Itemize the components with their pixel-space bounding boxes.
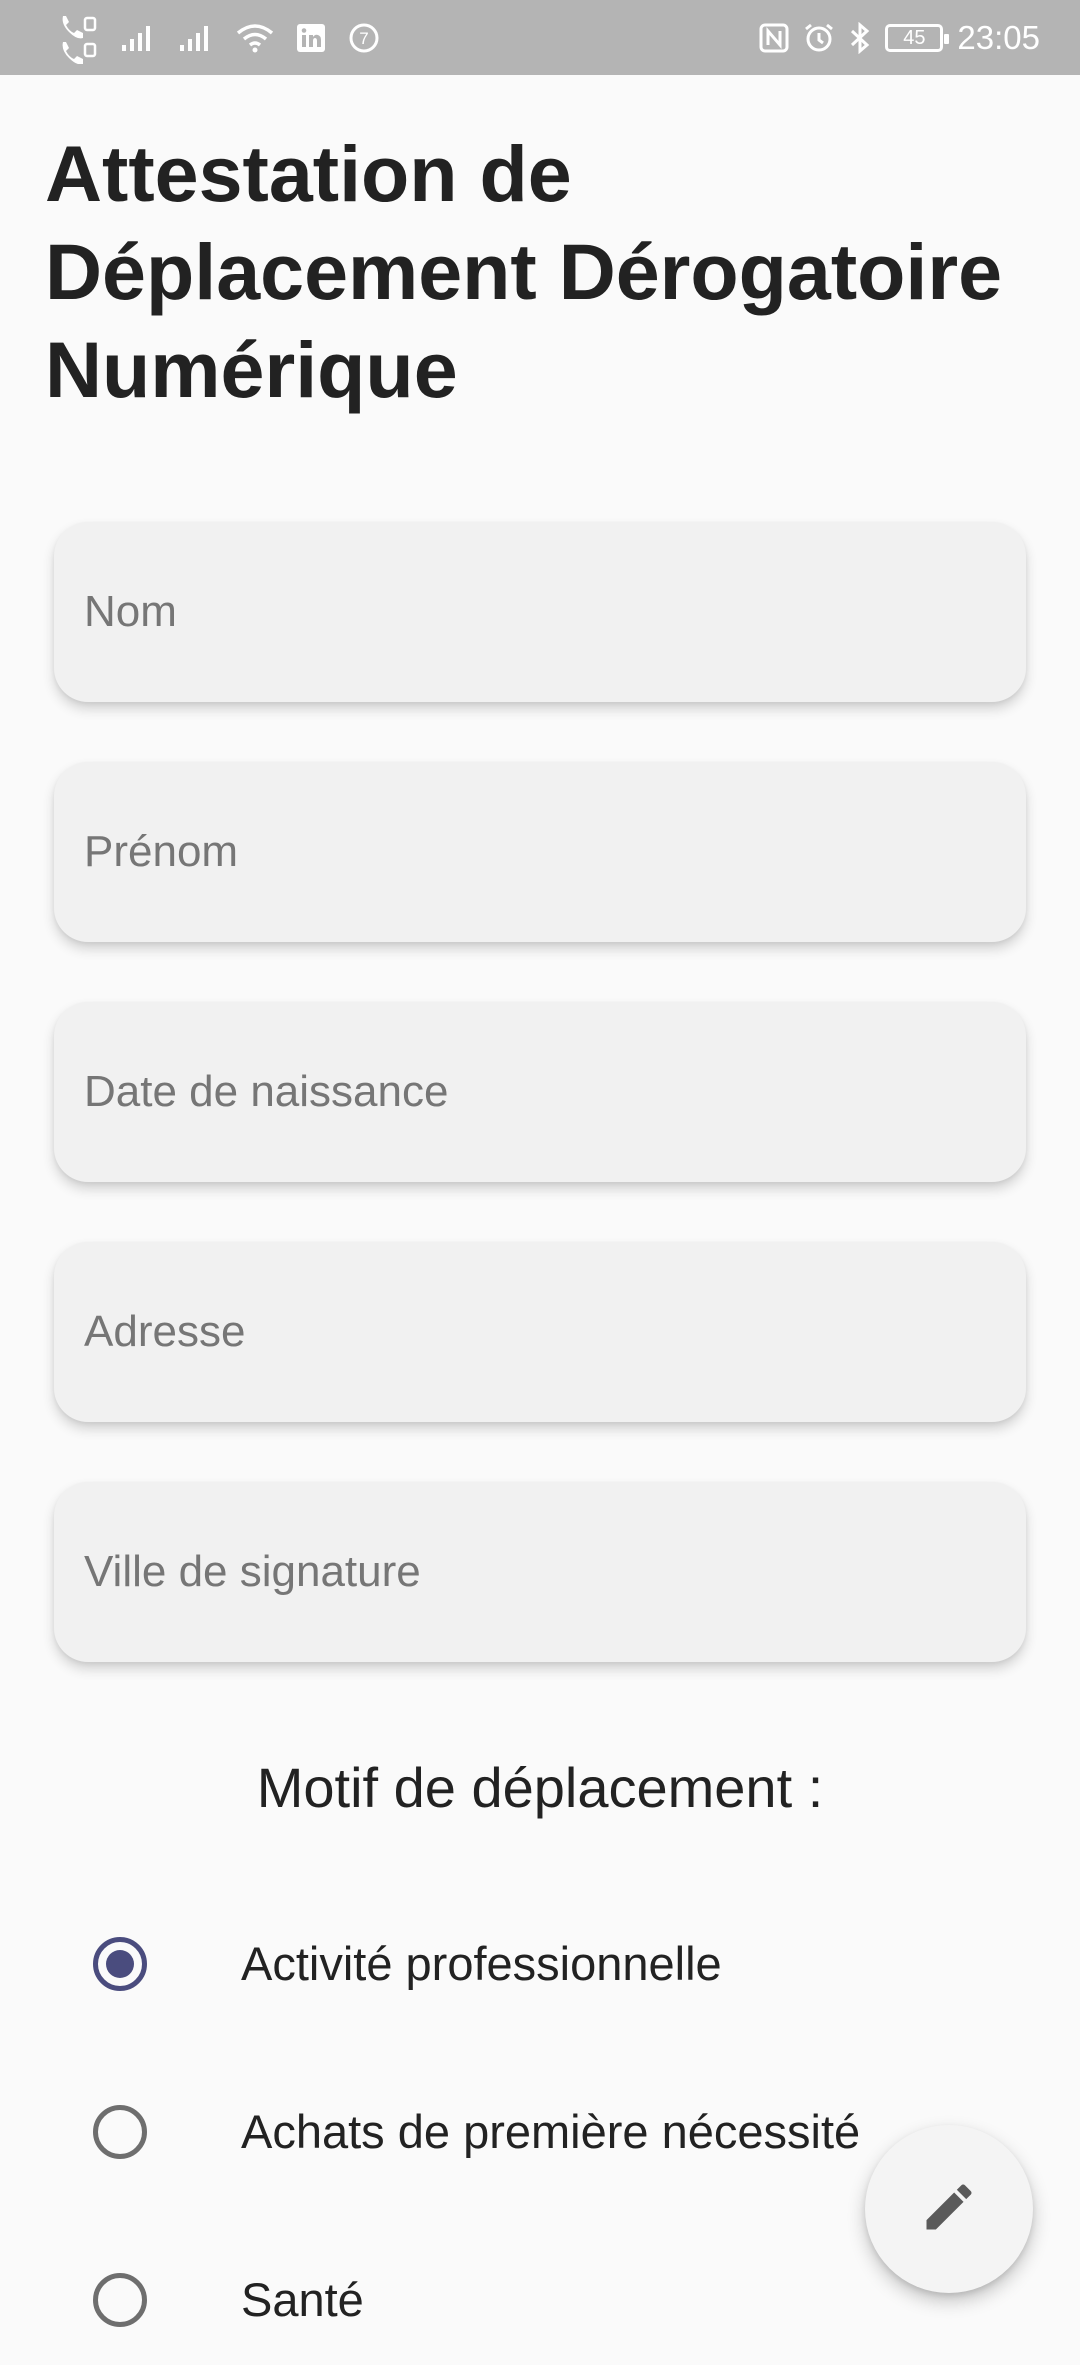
adresse-input[interactable] — [84, 1242, 1004, 1422]
date-naissance-field[interactable] — [54, 1002, 1026, 1182]
radio-button[interactable] — [93, 2105, 147, 2159]
status-bar-left: 7 — [58, 8, 380, 68]
prenom-input[interactable] — [84, 762, 1004, 942]
ville-signature-input[interactable] — [84, 1482, 1004, 1662]
signal-2-icon — [178, 23, 214, 53]
motif-title: Motif de déplacement : — [256, 1756, 824, 1819]
radio-button-checked[interactable] — [93, 1937, 147, 1991]
battery-icon: 45 — [885, 24, 950, 52]
radio-button[interactable] — [93, 2273, 147, 2327]
nom-input[interactable] — [84, 522, 1004, 702]
adresse-field[interactable] — [54, 1242, 1026, 1422]
alarm-icon — [803, 22, 835, 54]
status-time: 23:05 — [957, 19, 1040, 56]
wifi-icon — [236, 23, 274, 53]
svg-text:7: 7 — [359, 29, 368, 48]
status-bar: 7 45 23:05 — [0, 0, 1080, 75]
radio-label: Activité professionnelle — [241, 1937, 722, 1990]
radio-label: Santé — [241, 2273, 364, 2326]
status-bar-right: 45 23:05 — [759, 8, 1040, 68]
nfc-icon — [759, 23, 789, 53]
nom-field[interactable] — [54, 522, 1026, 702]
motif-option-activite-professionnelle[interactable]: Activité professionnelle — [0, 1899, 1080, 2029]
wifi-call-icon — [58, 12, 98, 64]
notification-7-icon: 7 — [348, 22, 380, 54]
signal-1-icon — [120, 23, 156, 53]
battery-level: 45 — [903, 26, 926, 49]
radio-label: Achats de première nécessité — [241, 2105, 861, 2158]
ville-signature-field[interactable] — [54, 1482, 1026, 1662]
bluetooth-icon — [849, 22, 871, 54]
prenom-field[interactable] — [54, 762, 1026, 942]
date-naissance-input[interactable] — [84, 1002, 1004, 1182]
edit-fab-button[interactable] — [865, 2125, 1033, 2293]
page-title: Attestation de Déplacement Dérogatoire N… — [45, 129, 1003, 414]
edit-pencil-icon — [919, 2177, 979, 2242]
linkedin-icon — [296, 23, 326, 53]
